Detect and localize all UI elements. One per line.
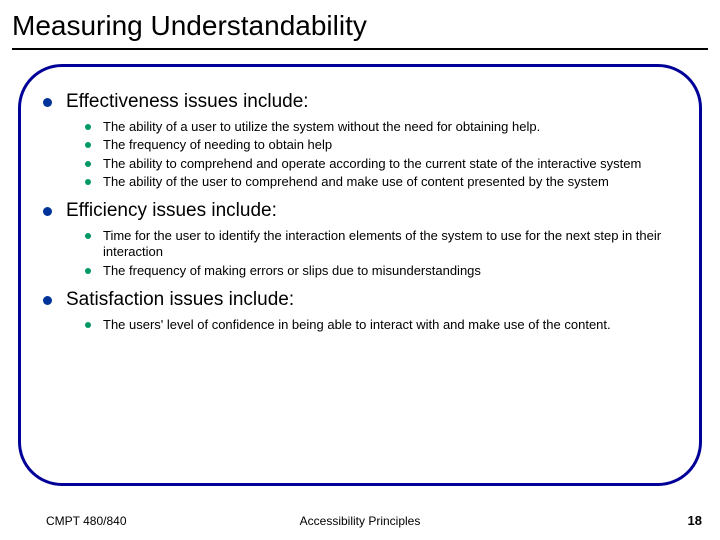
list-item: The frequency of making errors or slips … [85,263,677,279]
list-item-text: The ability to comprehend and operate ac… [103,156,641,172]
content-frame: Effectiveness issues include: The abilit… [18,64,702,486]
bullet-level2-icon [85,161,91,167]
bullet-level2-icon [85,268,91,274]
list-item: The ability to comprehend and operate ac… [85,156,677,172]
bullet-level2-icon [85,233,91,239]
title-underline [12,48,708,50]
bullet-level1-icon [43,296,52,305]
list-item: The ability of a user to utilize the sys… [85,119,677,135]
slide: Measuring Understandability Effectivenes… [0,0,720,540]
sub-list: The ability of a user to utilize the sys… [43,119,677,190]
footer-center: Accessibility Principles [0,514,720,528]
bullet-level2-icon [85,179,91,185]
title-block: Measuring Understandability [0,0,720,50]
list-item-text: The frequency of needing to obtain help [103,137,332,153]
section-heading-row: Efficiency issues include: [43,200,677,222]
section-efficiency: Efficiency issues include: Time for the … [43,200,677,279]
section-effectiveness: Effectiveness issues include: The abilit… [43,91,677,190]
bullet-level1-icon [43,207,52,216]
list-item-text: The ability of the user to comprehend an… [103,174,609,190]
section-heading-row: Effectiveness issues include: [43,91,677,113]
list-item-text: The ability of a user to utilize the sys… [103,119,540,135]
list-item: Time for the user to identify the intera… [85,228,677,261]
sub-list: Time for the user to identify the intera… [43,228,677,279]
footer: CMPT 480/840 Accessibility Principles 18 [0,504,720,528]
list-item: The users' level of confidence in being … [85,317,677,333]
section-heading-row: Satisfaction issues include: [43,289,677,311]
section-heading: Efficiency issues include: [66,200,277,222]
bullet-level2-icon [85,322,91,328]
section-heading: Satisfaction issues include: [66,289,294,311]
list-item-text: The users' level of confidence in being … [103,317,611,333]
list-item: The ability of the user to comprehend an… [85,174,677,190]
sub-list: The users' level of confidence in being … [43,317,677,333]
bullet-level2-icon [85,142,91,148]
bullet-level1-icon [43,98,52,107]
bullet-level2-icon [85,124,91,130]
section-satisfaction: Satisfaction issues include: The users' … [43,289,677,333]
list-item-text: The frequency of making errors or slips … [103,263,481,279]
list-item-text: Time for the user to identify the intera… [103,228,677,261]
section-heading: Effectiveness issues include: [66,91,309,113]
list-item: The frequency of needing to obtain help [85,137,677,153]
page-number: 18 [688,513,702,528]
slide-title: Measuring Understandability [12,10,708,42]
